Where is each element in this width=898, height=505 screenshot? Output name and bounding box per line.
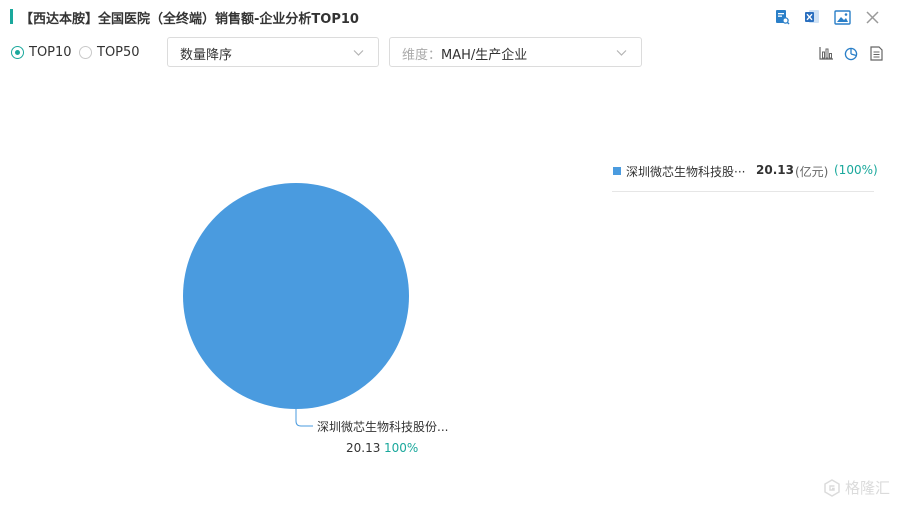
legend-percent: (100%)	[834, 163, 878, 177]
pie-chart	[183, 183, 409, 427]
slice-label-name: 深圳微芯生物科技股份...	[317, 420, 449, 434]
legend-name: 深圳微芯生物科技股···	[626, 165, 746, 179]
glh-logo-icon	[824, 478, 840, 497]
watermark: 格隆汇	[823, 477, 890, 498]
slice-label-percent: 100%	[384, 441, 419, 455]
legend-unit: (亿元)	[795, 165, 829, 179]
watermark-text: 格隆汇	[844, 479, 890, 497]
legend-item[interactable]: 深圳微芯生物科技股··· 20.13 (亿元) (100%)	[612, 162, 878, 192]
slice-label-value: 20.13	[346, 441, 381, 455]
legend-value: 20.13	[756, 163, 794, 177]
pie-leader-line	[295, 409, 313, 427]
pie-slice[interactable]	[183, 183, 409, 409]
legend-swatch	[613, 167, 621, 175]
